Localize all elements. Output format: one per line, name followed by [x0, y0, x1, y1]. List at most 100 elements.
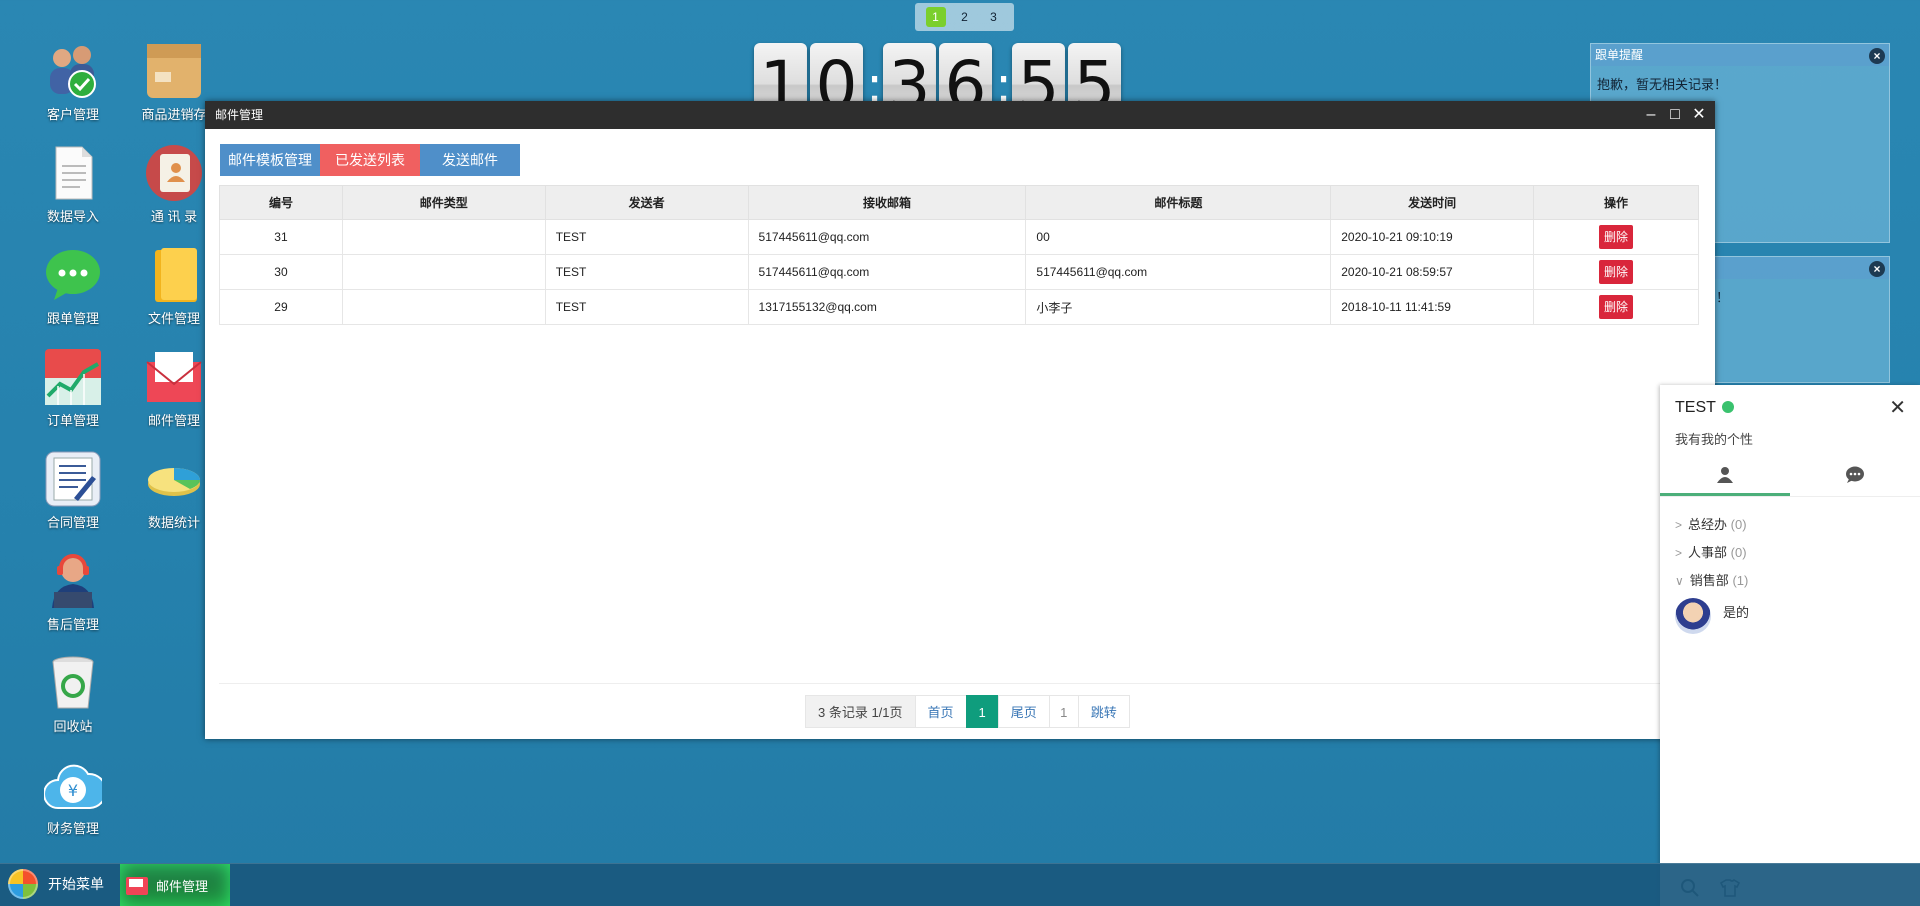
pagination: 3 条记录 1/1页 首页 1 尾页 1 跳转 [805, 695, 1130, 728]
taskbar-item-mail[interactable]: 邮件管理 [120, 864, 230, 906]
desktop-icon-aftersales[interactable]: 售后管理 [28, 552, 118, 633]
column-header: 操作 [1533, 185, 1699, 220]
group-count: (0) [1730, 517, 1747, 532]
cell-type [341, 289, 546, 325]
first-page-link[interactable]: 首页 [914, 695, 967, 728]
desktop-icon-label: 合同管理 [46, 515, 99, 530]
close-icon[interactable]: ✕ [1691, 101, 1707, 129]
minimize-icon[interactable]: – [1643, 101, 1659, 129]
current-page[interactable]: 1 [965, 695, 999, 728]
desktop-icon-label: 订单管理 [46, 413, 99, 428]
friend-item[interactable]: 是的 [1675, 598, 1749, 634]
desktop-icon-follow[interactable]: 跟单管理 [28, 246, 118, 327]
cell-sender: TEST [544, 219, 749, 255]
desktop-icon-customer[interactable]: 客户管理 [28, 42, 118, 123]
tab-contacts[interactable] [1660, 461, 1790, 496]
avatar [1675, 598, 1711, 634]
delete-button[interactable]: 删除 [1599, 295, 1634, 319]
chevron-down-icon: ∨ [1675, 574, 1684, 588]
tab-conversations[interactable] [1790, 461, 1920, 496]
sent-mail-table: 编号 邮件类型 发送者 接收邮箱 邮件标题 发送时间 操作 31 TEST 51… [219, 185, 1699, 325]
group-count: (0) [1730, 545, 1747, 560]
table-header-row: 编号 邮件类型 发送者 接收邮箱 邮件标题 发送时间 操作 [219, 185, 1699, 220]
jump-button[interactable]: 跳转 [1077, 695, 1130, 728]
cell-recipient: 517445611@qq.com [747, 219, 1027, 255]
cell-type [341, 219, 546, 255]
group-item[interactable]: ∨ 销售部 (1) [1675, 570, 1748, 589]
im-panel: TEST 我有我的个性 ✕ > 总经办 (0) > 人事部 (0) ∨ 销售部 (1)… [1660, 385, 1920, 906]
start-menu-button[interactable]: 开始菜单 [8, 869, 104, 899]
group-item[interactable]: > 人事部 (0) [1675, 542, 1747, 561]
recycle-bin-icon [44, 654, 102, 712]
desktop-icon-label: 回收站 [53, 719, 93, 734]
im-user: TEST [1675, 399, 1734, 417]
im-tabs [1660, 461, 1920, 497]
cell-sender: TEST [544, 289, 749, 325]
window-controls: – □ ✕ [1643, 101, 1707, 129]
page-switch-2[interactable]: 2 [955, 7, 975, 27]
column-header: 接收邮箱 [747, 185, 1027, 220]
record-count: 3 条记录 1/1页 [805, 695, 916, 728]
table-row: 30 TEST 517445611@qq.com 517445611@qq.co… [219, 254, 1699, 290]
cell-subject: 00 [1025, 219, 1332, 255]
tab-template-manage[interactable]: 邮件模板管理 [220, 144, 320, 176]
tab-sent-list[interactable]: 已发送列表 [320, 144, 420, 176]
envelope-icon [126, 876, 148, 895]
chevron-right-icon: > [1675, 546, 1683, 560]
desktop-page-switcher: 1 2 3 [915, 3, 1014, 31]
cell-time: 2020-10-21 08:59:57 [1330, 254, 1535, 290]
close-icon[interactable]: × [1869, 261, 1885, 277]
table-row: 29 TEST 1317155132@qq.com 小李子 2018-10-11… [219, 289, 1699, 325]
group-item[interactable]: > 总经办 (0) [1675, 514, 1747, 533]
box-icon [145, 42, 203, 100]
address-book-icon [145, 144, 203, 202]
page-switch-3[interactable]: 3 [984, 7, 1004, 27]
windows-logo-icon [8, 869, 38, 899]
desktop-icon-label: 数据导入 [46, 209, 99, 224]
last-page-link[interactable]: 尾页 [997, 695, 1050, 728]
folder-icon [145, 246, 203, 304]
start-menu-label: 开始菜单 [48, 876, 104, 892]
taskbar-item-label: 邮件管理 [156, 879, 209, 894]
message-icon [1846, 466, 1864, 483]
window-titlebar[interactable]: 邮件管理 – □ ✕ [205, 101, 1715, 129]
desktop-icon-finance[interactable]: ¥ 财务管理 [28, 756, 118, 837]
column-header: 发送者 [544, 185, 749, 220]
finance-yuan-icon: ¥ [43, 756, 107, 814]
footer-divider [219, 683, 1701, 684]
cell-id: 31 [219, 219, 343, 255]
cell-time: 2020-10-21 09:10:19 [1330, 219, 1535, 255]
cell-subject: 517445611@qq.com [1025, 254, 1332, 290]
mail-tabs: 邮件模板管理 已发送列表 发送邮件 [220, 144, 520, 176]
desktop-icon-label: 售后管理 [46, 617, 99, 632]
cell-id: 29 [219, 289, 343, 325]
chart-icon [44, 348, 102, 406]
window-title: 邮件管理 [215, 108, 264, 122]
cell-action: 删除 [1533, 289, 1699, 325]
desktop-icon-label: 客户管理 [46, 107, 99, 122]
jump-page-input[interactable]: 1 [1048, 695, 1079, 728]
close-icon[interactable]: ✕ [1889, 395, 1906, 420]
desktop-icon-orders[interactable]: 订单管理 [28, 348, 118, 429]
page-switch-1[interactable]: 1 [925, 7, 946, 27]
maximize-icon[interactable]: □ [1667, 101, 1683, 129]
delete-button[interactable]: 删除 [1599, 225, 1634, 249]
tab-send-mail[interactable]: 发送邮件 [420, 144, 520, 176]
reminder-header: 跟单提醒 × [1591, 44, 1889, 66]
friend-name: 是的 [1723, 604, 1750, 620]
desktop-icon-recycle[interactable]: 回收站 [28, 654, 118, 735]
desktop-icon-data-import[interactable]: 数据导入 [28, 144, 118, 225]
cell-action: 删除 [1533, 219, 1699, 255]
contract-icon [44, 450, 102, 508]
delete-button[interactable]: 删除 [1599, 260, 1634, 284]
im-signature[interactable]: 我有我的个性 [1675, 429, 1753, 448]
taskbar: 开始菜单 邮件管理 [0, 863, 1920, 906]
customer-icon [44, 42, 102, 100]
cell-id: 30 [219, 254, 343, 290]
cell-time: 2018-10-11 11:41:59 [1330, 289, 1535, 325]
table-row: 31 TEST 517445611@qq.com 00 2020-10-21 0… [219, 219, 1699, 255]
close-icon[interactable]: × [1869, 48, 1885, 64]
desktop-icon-contracts[interactable]: 合同管理 [28, 450, 118, 531]
svg-text:¥: ¥ [68, 781, 78, 800]
column-header: 编号 [219, 185, 343, 220]
